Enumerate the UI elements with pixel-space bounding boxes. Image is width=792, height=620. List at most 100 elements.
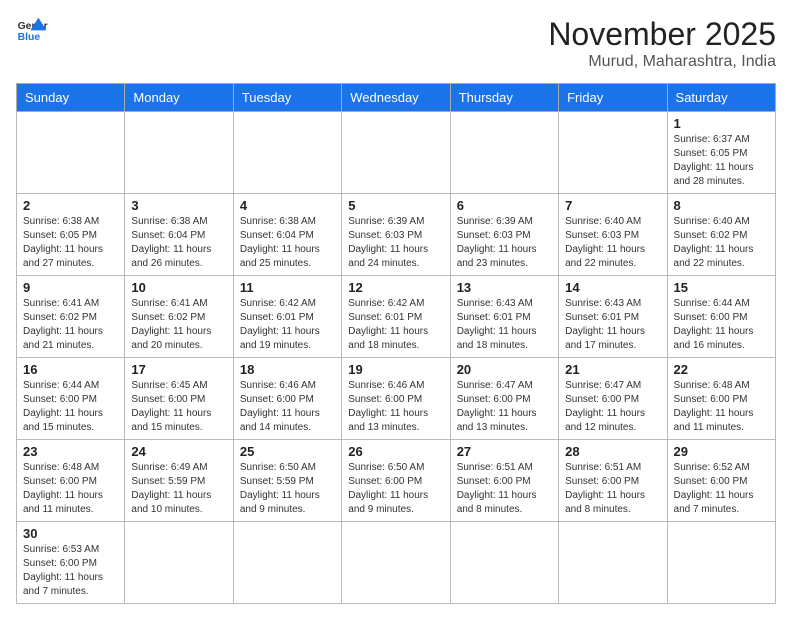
table-row: 26 Sunrise: 6:50 AM Sunset: 6:00 PM Dayli… — [342, 440, 450, 522]
header-wednesday: Wednesday — [342, 84, 450, 112]
day-number: 11 — [240, 280, 335, 295]
calendar-subtitle: Murud, Maharashtra, India — [548, 53, 776, 71]
table-row — [125, 522, 233, 604]
header-sunday: Sunday — [17, 84, 125, 112]
day-number: 5 — [348, 198, 443, 213]
day-number: 1 — [674, 116, 769, 131]
table-row: 1 Sunrise: 6:37 AM Sunset: 6:05 PM Daylig… — [667, 112, 775, 194]
table-row: 3 Sunrise: 6:38 AM Sunset: 6:04 PM Daylig… — [125, 194, 233, 276]
day-number: 13 — [457, 280, 552, 295]
page-header: General Blue November 2025 Murud, Mahara… — [16, 16, 776, 71]
calendar-title: November 2025 — [548, 16, 776, 53]
logo: General Blue — [16, 16, 48, 44]
day-info: Sunrise: 6:38 AM Sunset: 6:04 PM Dayligh… — [240, 215, 335, 271]
day-info: Sunrise: 6:46 AM Sunset: 6:00 PM Dayligh… — [348, 379, 443, 435]
table-row — [667, 522, 775, 604]
table-row: 19 Sunrise: 6:46 AM Sunset: 6:00 PM Dayli… — [342, 358, 450, 440]
table-row: 8Sunrise: 6:40 AM Sunset: 6:02 PM Daylig… — [667, 194, 775, 276]
day-number: 28 — [565, 444, 660, 459]
day-info: Sunrise: 6:44 AM Sunset: 6:00 PM Dayligh… — [674, 297, 769, 353]
day-number: 19 — [348, 362, 443, 377]
day-number: 29 — [674, 444, 769, 459]
day-info: Sunrise: 6:46 AM Sunset: 6:00 PM Dayligh… — [240, 379, 335, 435]
day-number: 26 — [348, 444, 443, 459]
day-number: 16 — [23, 362, 118, 377]
day-info: Sunrise: 6:43 AM Sunset: 6:01 PM Dayligh… — [565, 297, 660, 353]
table-row: 10Sunrise: 6:41 AM Sunset: 6:02 PM Dayli… — [125, 276, 233, 358]
logo-icon: General Blue — [16, 16, 48, 44]
table-row: 7 Sunrise: 6:40 AM Sunset: 6:03 PM Daylig… — [559, 194, 667, 276]
header-tuesday: Tuesday — [233, 84, 341, 112]
day-info: Sunrise: 6:48 AM Sunset: 6:00 PM Dayligh… — [23, 461, 118, 517]
day-number: 27 — [457, 444, 552, 459]
day-number: 4 — [240, 198, 335, 213]
day-number: 8 — [674, 198, 769, 213]
table-row — [342, 522, 450, 604]
table-row — [125, 112, 233, 194]
table-row — [450, 112, 558, 194]
table-row: 27Sunrise: 6:51 AM Sunset: 6:00 PM Dayli… — [450, 440, 558, 522]
table-row — [450, 522, 558, 604]
day-info: Sunrise: 6:38 AM Sunset: 6:04 PM Dayligh… — [131, 215, 226, 271]
table-row: 9Sunrise: 6:41 AM Sunset: 6:02 PM Daylig… — [17, 276, 125, 358]
day-number: 14 — [565, 280, 660, 295]
day-info: Sunrise: 6:52 AM Sunset: 6:00 PM Dayligh… — [674, 461, 769, 517]
table-row — [17, 112, 125, 194]
day-number: 21 — [565, 362, 660, 377]
table-row — [559, 522, 667, 604]
table-row — [342, 112, 450, 194]
day-number: 9 — [23, 280, 118, 295]
day-number: 24 — [131, 444, 226, 459]
day-number: 2 — [23, 198, 118, 213]
day-info: Sunrise: 6:42 AM Sunset: 6:01 PM Dayligh… — [348, 297, 443, 353]
day-number: 6 — [457, 198, 552, 213]
table-row: 17Sunrise: 6:45 AM Sunset: 6:00 PM Dayli… — [125, 358, 233, 440]
weekday-header-row: Sunday Monday Tuesday Wednesday Thursday… — [17, 84, 776, 112]
day-number: 3 — [131, 198, 226, 213]
table-row: 4 Sunrise: 6:38 AM Sunset: 6:04 PM Daylig… — [233, 194, 341, 276]
day-info: Sunrise: 6:53 AM Sunset: 6:00 PM Dayligh… — [23, 543, 118, 599]
day-info: Sunrise: 6:47 AM Sunset: 6:00 PM Dayligh… — [457, 379, 552, 435]
table-row: 30 Sunrise: 6:53 AM Sunset: 6:00 PM Dayli… — [17, 522, 125, 604]
day-info: Sunrise: 6:50 AM Sunset: 5:59 PM Dayligh… — [240, 461, 335, 517]
day-info: Sunrise: 6:40 AM Sunset: 6:03 PM Dayligh… — [565, 215, 660, 271]
day-number: 30 — [23, 526, 118, 541]
day-number: 23 — [23, 444, 118, 459]
header-monday: Monday — [125, 84, 233, 112]
day-number: 20 — [457, 362, 552, 377]
calendar-table: Sunday Monday Tuesday Wednesday Thursday… — [16, 83, 776, 604]
day-info: Sunrise: 6:50 AM Sunset: 6:00 PM Dayligh… — [348, 461, 443, 517]
day-info: Sunrise: 6:39 AM Sunset: 6:03 PM Dayligh… — [457, 215, 552, 271]
day-number: 25 — [240, 444, 335, 459]
table-row: 18Sunrise: 6:46 AM Sunset: 6:00 PM Dayli… — [233, 358, 341, 440]
header-thursday: Thursday — [450, 84, 558, 112]
day-info: Sunrise: 6:48 AM Sunset: 6:00 PM Dayligh… — [674, 379, 769, 435]
day-number: 7 — [565, 198, 660, 213]
day-info: Sunrise: 6:42 AM Sunset: 6:01 PM Dayligh… — [240, 297, 335, 353]
day-number: 22 — [674, 362, 769, 377]
day-info: Sunrise: 6:49 AM Sunset: 5:59 PM Dayligh… — [131, 461, 226, 517]
day-info: Sunrise: 6:44 AM Sunset: 6:00 PM Dayligh… — [23, 379, 118, 435]
header-saturday: Saturday — [667, 84, 775, 112]
table-row: 22 Sunrise: 6:48 AM Sunset: 6:00 PM Dayli… — [667, 358, 775, 440]
table-row: 2Sunrise: 6:38 AM Sunset: 6:05 PM Daylig… — [17, 194, 125, 276]
day-number: 15 — [674, 280, 769, 295]
svg-text:Blue: Blue — [18, 32, 41, 43]
table-row: 11 Sunrise: 6:42 AM Sunset: 6:01 PM Dayli… — [233, 276, 341, 358]
day-number: 10 — [131, 280, 226, 295]
day-info: Sunrise: 6:47 AM Sunset: 6:00 PM Dayligh… — [565, 379, 660, 435]
day-number: 12 — [348, 280, 443, 295]
day-number: 17 — [131, 362, 226, 377]
day-info: Sunrise: 6:37 AM Sunset: 6:05 PM Dayligh… — [674, 133, 769, 189]
table-row: 23 Sunrise: 6:48 AM Sunset: 6:00 PM Dayli… — [17, 440, 125, 522]
table-row: 14 Sunrise: 6:43 AM Sunset: 6:01 PM Dayli… — [559, 276, 667, 358]
table-row — [233, 112, 341, 194]
header-friday: Friday — [559, 84, 667, 112]
table-row: 24 Sunrise: 6:49 AM Sunset: 5:59 PM Dayli… — [125, 440, 233, 522]
table-row: 20 Sunrise: 6:47 AM Sunset: 6:00 PM Dayli… — [450, 358, 558, 440]
table-row: 5 Sunrise: 6:39 AM Sunset: 6:03 PM Daylig… — [342, 194, 450, 276]
day-info: Sunrise: 6:39 AM Sunset: 6:03 PM Dayligh… — [348, 215, 443, 271]
table-row: 6 Sunrise: 6:39 AM Sunset: 6:03 PM Daylig… — [450, 194, 558, 276]
table-row: 13Sunrise: 6:43 AM Sunset: 6:01 PM Dayli… — [450, 276, 558, 358]
table-row — [233, 522, 341, 604]
